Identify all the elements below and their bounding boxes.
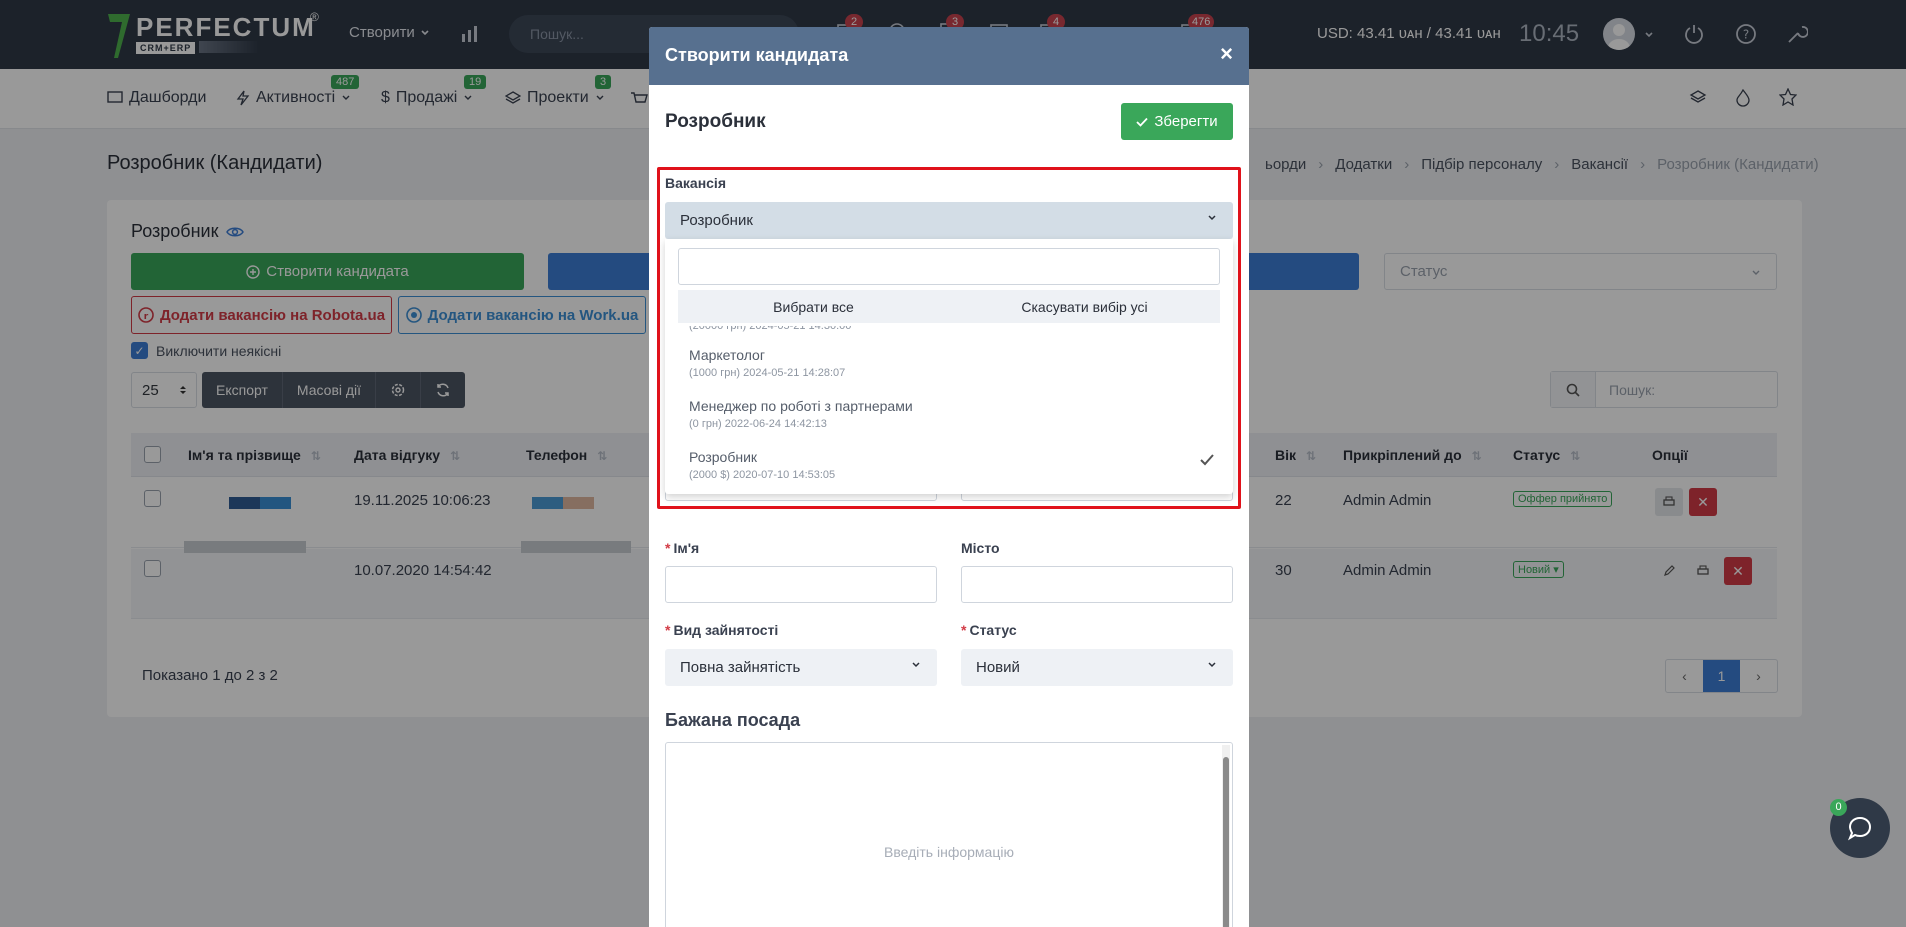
employment-select[interactable]: Повна зайнятість xyxy=(665,649,937,686)
chevron-down-icon xyxy=(1208,662,1216,668)
modal-header: Створити кандидата × xyxy=(649,27,1249,85)
status-select[interactable]: Новий xyxy=(961,649,1233,686)
city-field[interactable] xyxy=(961,566,1233,603)
desired-position-editor[interactable]: Введіть інформацію xyxy=(665,742,1233,927)
first-name-label: * Ім'я xyxy=(665,540,700,556)
save-button[interactable]: Зберегти xyxy=(1121,103,1233,140)
highlight-box xyxy=(657,167,1241,509)
chat-badge: 0 xyxy=(1830,799,1847,816)
editor-placeholder: Введіть інформацію xyxy=(884,844,1014,860)
desired-position-heading: Бажана посада xyxy=(665,710,801,730)
city-label: Місто xyxy=(961,540,1000,556)
editor-scrollbar[interactable] xyxy=(1222,745,1230,927)
chat-bubble-icon xyxy=(1847,816,1872,841)
chevron-down-icon xyxy=(912,662,920,668)
close-icon[interactable]: × xyxy=(1220,43,1233,65)
status-select-value: Новий xyxy=(976,659,1020,676)
employment-label: * Вид зайнятості xyxy=(665,622,779,638)
modal-subtitle: Розробник xyxy=(665,111,766,132)
check-icon xyxy=(1136,117,1149,127)
status-label: * Статус xyxy=(961,622,1017,638)
save-label: Зберегти xyxy=(1154,113,1218,130)
first-name-field[interactable] xyxy=(665,566,937,603)
modal-title: Створити кандидата xyxy=(665,45,849,65)
employment-select-value: Повна зайнятість xyxy=(680,659,801,676)
